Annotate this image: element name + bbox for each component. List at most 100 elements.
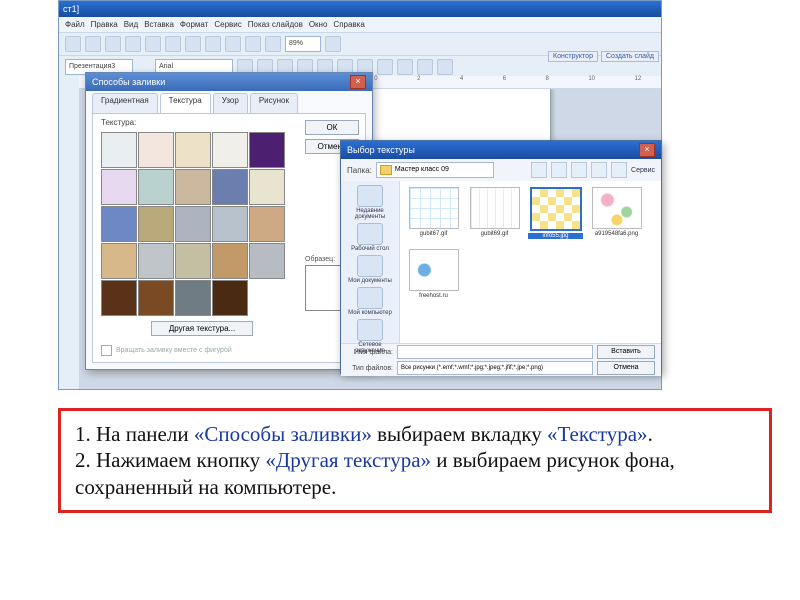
- open-footer: Имя файла: Вставить Тип файлов: Все рису…: [341, 343, 661, 376]
- tab-gradient[interactable]: Градиентная: [92, 93, 158, 113]
- cut-icon[interactable]: [145, 36, 161, 52]
- menubar[interactable]: Файл Правка Вид Вставка Формат Сервис По…: [59, 17, 661, 33]
- texture-swatch[interactable]: [212, 243, 248, 279]
- close-icon[interactable]: ×: [639, 143, 655, 157]
- titlebar-text: ст1]: [63, 4, 79, 14]
- menu-file[interactable]: Файл: [65, 17, 85, 32]
- font-grow-icon[interactable]: [397, 59, 413, 75]
- texture-swatch[interactable]: [212, 132, 248, 168]
- texture-swatch[interactable]: [175, 243, 211, 279]
- texture-label: Текстура:: [101, 118, 136, 127]
- file-thumbnail: [530, 187, 582, 231]
- titlebar: ст1]: [59, 1, 661, 17]
- fill-dialog-titlebar: Способы заливки ×: [86, 73, 372, 91]
- rotate-label: Вращать заливку вместе с фигурой: [116, 347, 232, 354]
- texture-swatch[interactable]: [249, 206, 285, 242]
- file-item[interactable]: freehost.ru: [406, 249, 461, 307]
- places-bar: Недавние документы Рабочий стол Мои доку…: [341, 181, 400, 343]
- file-list[interactable]: gubit67.gif gubit69.gif info55.jpg a919548f…: [400, 181, 661, 343]
- print-icon[interactable]: [125, 36, 141, 52]
- texture-swatch[interactable]: [212, 280, 248, 316]
- table-icon[interactable]: [245, 36, 261, 52]
- open-icon[interactable]: [85, 36, 101, 52]
- texture-swatch[interactable]: [138, 280, 174, 316]
- menu-format[interactable]: Формат: [180, 17, 208, 32]
- paste-icon[interactable]: [185, 36, 201, 52]
- texture-swatch[interactable]: [101, 280, 137, 316]
- texture-swatch[interactable]: [101, 243, 137, 279]
- texture-swatch[interactable]: [138, 206, 174, 242]
- texture-swatch[interactable]: [175, 169, 211, 205]
- tab-picture[interactable]: Рисунок: [250, 93, 298, 113]
- texture-swatch[interactable]: [175, 132, 211, 168]
- file-name: a919548fa6.png: [589, 231, 644, 237]
- texture-swatch[interactable]: [212, 169, 248, 205]
- file-item[interactable]: gubit69.gif: [467, 187, 522, 245]
- tools-menu[interactable]: Сервис: [631, 167, 655, 174]
- other-texture-button[interactable]: Другая текстура...: [151, 321, 253, 336]
- views-icon[interactable]: [611, 162, 627, 178]
- filename-field[interactable]: [397, 345, 593, 359]
- file-name: gubit69.gif: [467, 231, 522, 237]
- texture-swatch[interactable]: [175, 206, 211, 242]
- fill-dialog-body: Текстура: ОК Отмена Образец: Другая текс…: [92, 113, 366, 363]
- font-shrink-icon[interactable]: [417, 59, 433, 75]
- new-folder-icon[interactable]: [591, 162, 607, 178]
- font-color-icon[interactable]: [437, 59, 453, 75]
- look-in-field[interactable]: Мастер класс 09: [376, 162, 494, 178]
- mycomp-icon: [357, 287, 383, 309]
- texture-swatch[interactable]: [212, 206, 248, 242]
- menu-tools[interactable]: Сервис: [214, 17, 241, 32]
- redo-icon[interactable]: [225, 36, 241, 52]
- new-slide-button[interactable]: Создать слайд: [601, 51, 659, 62]
- open-cancel-button[interactable]: Отмена: [597, 361, 655, 375]
- delete-icon[interactable]: [571, 162, 587, 178]
- file-thumbnail: [592, 187, 642, 229]
- texture-swatch[interactable]: [101, 206, 137, 242]
- menu-window[interactable]: Окно: [309, 17, 328, 32]
- filetype-field[interactable]: Все рисунки (*.emf;*.wmf;*.jpg;*.jpeg;*.…: [397, 361, 593, 375]
- menu-edit[interactable]: Правка: [91, 17, 118, 32]
- save-icon[interactable]: [105, 36, 121, 52]
- chart-icon[interactable]: [265, 36, 281, 52]
- file-item[interactable]: info55.jpg: [528, 187, 583, 245]
- place-recent[interactable]: Недавние документы: [345, 185, 395, 220]
- texture-swatch[interactable]: [249, 243, 285, 279]
- instruction-box: 1. На панели «Способы заливки» выбираем …: [58, 408, 772, 513]
- tab-pattern[interactable]: Узор: [213, 93, 248, 113]
- menu-help[interactable]: Справка: [333, 17, 364, 32]
- close-icon[interactable]: ×: [350, 75, 366, 89]
- up-icon[interactable]: [551, 162, 567, 178]
- texture-swatch[interactable]: [138, 132, 174, 168]
- new-icon[interactable]: [65, 36, 81, 52]
- instruction-line-2: 2. Нажимаем кнопку «Другая текстура» и в…: [75, 447, 755, 500]
- copy-icon[interactable]: [165, 36, 181, 52]
- file-item[interactable]: gubit67.gif: [406, 187, 461, 245]
- menu-insert[interactable]: Вставка: [144, 17, 174, 32]
- texture-swatch[interactable]: [101, 132, 137, 168]
- zoom-field[interactable]: 89%: [285, 36, 321, 52]
- place-desktop[interactable]: Рабочий стол: [345, 223, 395, 252]
- place-mycomp[interactable]: Мой компьютер: [345, 287, 395, 316]
- filename-label: Имя файла:: [347, 349, 393, 356]
- texture-swatch[interactable]: [138, 169, 174, 205]
- texture-swatch[interactable]: [249, 132, 285, 168]
- texture-swatch[interactable]: [175, 280, 211, 316]
- ok-button[interactable]: ОК: [305, 120, 359, 135]
- menu-slideshow[interactable]: Показ слайдов: [248, 17, 303, 32]
- undo-icon[interactable]: [205, 36, 221, 52]
- rotate-checkbox[interactable]: [101, 345, 112, 356]
- texture-swatch[interactable]: [101, 169, 137, 205]
- menu-view[interactable]: Вид: [124, 17, 138, 32]
- file-item[interactable]: a919548fa6.png: [589, 187, 644, 245]
- file-name: gubit67.gif: [406, 231, 461, 237]
- insert-button[interactable]: Вставить: [597, 345, 655, 359]
- help-icon[interactable]: [325, 36, 341, 52]
- texture-swatch[interactable]: [249, 169, 285, 205]
- back-icon[interactable]: [531, 162, 547, 178]
- texture-swatch[interactable]: [138, 243, 174, 279]
- place-mydocs[interactable]: Мои документы: [345, 255, 395, 284]
- tab-texture[interactable]: Текстура: [160, 93, 211, 113]
- bullets-icon[interactable]: [377, 59, 393, 75]
- design-button[interactable]: Конструктор: [548, 51, 598, 62]
